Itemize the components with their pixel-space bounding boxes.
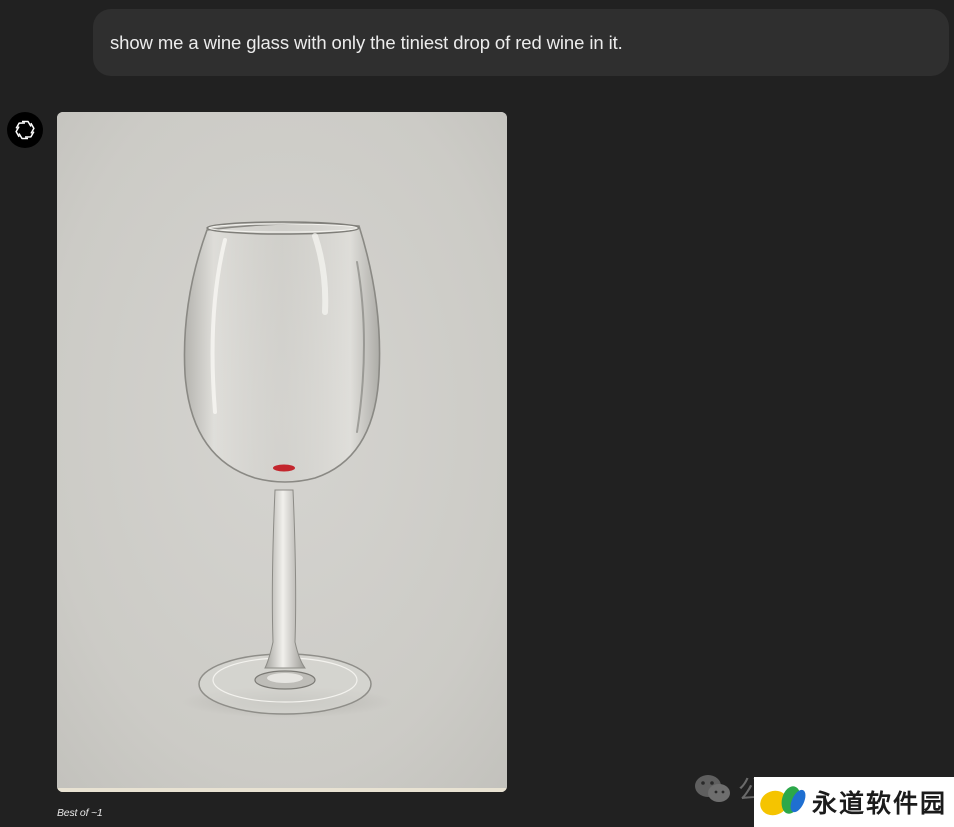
chat-page: show me a wine glass with only the tinie… [0, 0, 954, 827]
wine-glass-image[interactable] [57, 112, 507, 792]
image-caption: Best of ~1 [57, 807, 103, 819]
watermark-banner: 永道软件园 [754, 777, 954, 827]
openai-logo-icon [7, 112, 43, 148]
user-message-bubble: show me a wine glass with only the tinie… [93, 9, 949, 76]
user-message-text: show me a wine glass with only the tinie… [110, 31, 623, 53]
watermark-brand-text: 永道软件园 [812, 789, 948, 818]
leaf-logo-icon [758, 782, 808, 823]
